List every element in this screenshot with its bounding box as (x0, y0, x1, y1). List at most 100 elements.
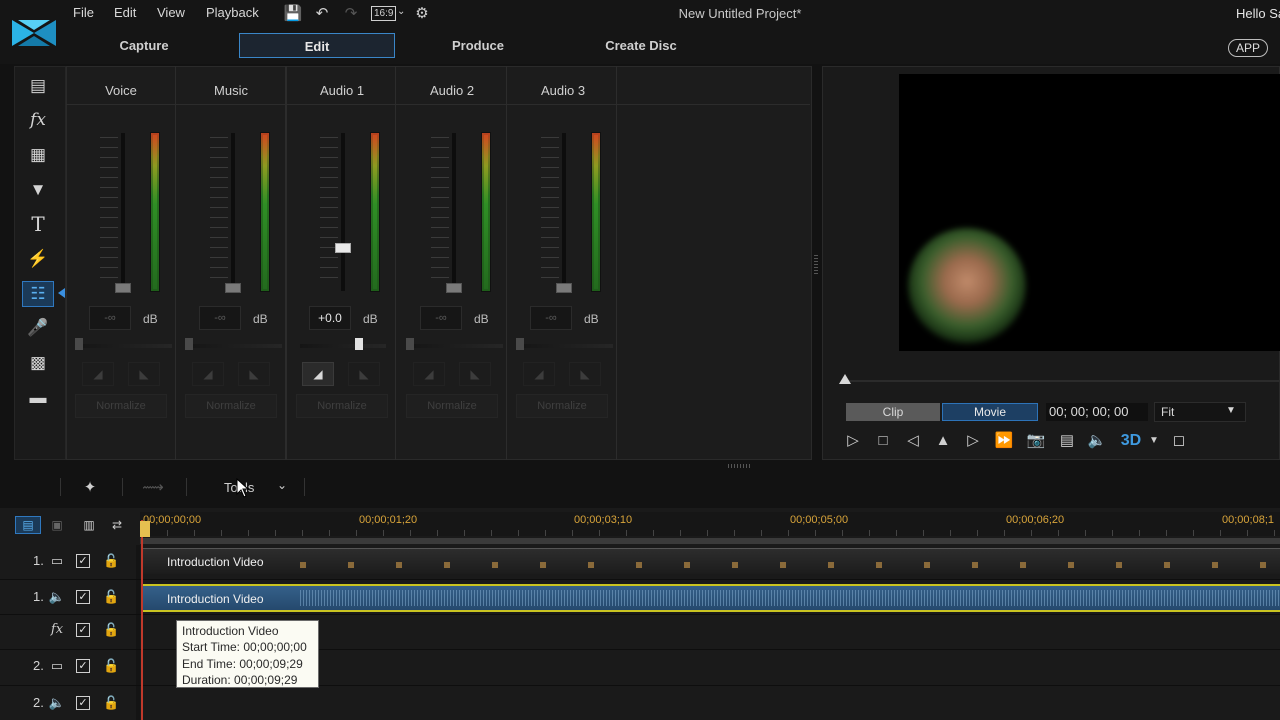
volume-fader-track[interactable] (341, 133, 345, 291)
fade-out-button[interactable]: ◣ (348, 362, 380, 386)
volume-db-field[interactable]: +0.0 (309, 306, 351, 330)
volume-db-field[interactable]: -∞ (89, 306, 131, 330)
voice-over-room-icon[interactable]: 🎤 (26, 316, 50, 340)
menu-file[interactable]: File (73, 5, 94, 20)
video-clip[interactable] (142, 548, 1280, 574)
track-lock-icon[interactable]: 🔓 (103, 658, 119, 674)
pan-slider-knob[interactable] (406, 338, 414, 350)
volume-fader-knob[interactable] (115, 283, 131, 293)
pan-slider-track[interactable] (407, 344, 503, 348)
track-enable-checkbox[interactable]: ✓ (76, 623, 90, 637)
volume-fader-knob[interactable] (335, 243, 351, 253)
fx-room-icon[interactable]: fx (26, 108, 50, 132)
subtitle-list-icon[interactable]: ▤ (1056, 430, 1078, 452)
title-room-icon[interactable]: T (26, 212, 50, 236)
user-greeting[interactable]: Hello Sa (1236, 6, 1280, 21)
track-lock-icon[interactable]: 🔓 (103, 622, 119, 638)
timeline-playhead[interactable] (141, 520, 143, 720)
tab-create-disc[interactable]: Create Disc (563, 33, 719, 58)
magic-tools-icon[interactable]: ✦ (79, 478, 101, 498)
storyboard-view-icon[interactable]: ▣ (47, 516, 67, 534)
fade-out-button[interactable]: ◣ (459, 362, 491, 386)
volume-fader-track[interactable] (121, 133, 125, 291)
volume-fader-knob[interactable] (225, 283, 241, 293)
split-icon[interactable]: ▲ (932, 430, 954, 452)
track-lock-icon[interactable]: 🔓 (103, 695, 119, 711)
fade-out-button[interactable]: ◣ (569, 362, 601, 386)
volume-fader-knob[interactable] (446, 283, 462, 293)
fade-in-button[interactable]: ◢ (82, 362, 114, 386)
fit-timeline-icon[interactable]: ⇄ (107, 516, 127, 534)
stop-icon[interactable]: □ (872, 430, 894, 452)
normalize-button[interactable]: Normalize (296, 394, 388, 418)
pan-slider-knob[interactable] (75, 338, 83, 350)
previous-frame-icon[interactable]: ◁ (902, 430, 924, 452)
three-d-toggle[interactable]: 3D (1120, 430, 1142, 452)
menu-edit[interactable]: Edit (114, 5, 136, 20)
fade-in-button[interactable]: ◢ (523, 362, 555, 386)
playhead-handle[interactable] (140, 521, 150, 537)
timeline-view-icon[interactable]: ▤ (15, 516, 41, 534)
fast-forward-icon[interactable]: ⏩ (993, 430, 1015, 452)
track-lock-icon[interactable]: 🔓 (103, 589, 119, 605)
snapshot-icon[interactable]: 📷 (1025, 430, 1047, 452)
scrub-handle-icon[interactable] (839, 374, 851, 384)
tab-capture[interactable]: Capture (66, 33, 222, 58)
fade-in-button[interactable]: ◢ (302, 362, 334, 386)
chapter-room-icon[interactable]: ▩ (26, 351, 50, 375)
save-icon[interactable]: 💾 (283, 4, 303, 24)
work-area-bar[interactable] (140, 538, 1280, 544)
next-frame-icon[interactable]: ▷ (962, 430, 984, 452)
play-icon[interactable]: ▷ (842, 430, 864, 452)
pan-slider-track[interactable] (76, 344, 172, 348)
app-button[interactable]: APP (1228, 39, 1268, 57)
pan-slider-track[interactable] (300, 344, 386, 348)
split-clip-icon[interactable]: ⟿ (142, 478, 164, 498)
audio-mixer-room-icon[interactable]: ☷ (26, 282, 50, 306)
fade-in-button[interactable]: ◢ (192, 362, 224, 386)
volume-fader-knob[interactable] (556, 283, 572, 293)
media-room-icon[interactable]: ▤ (26, 74, 50, 98)
horizontal-resize-handle[interactable] (728, 464, 750, 468)
fade-out-button[interactable]: ◣ (128, 362, 160, 386)
tab-produce[interactable]: Produce (400, 33, 556, 58)
pan-slider-knob[interactable] (355, 338, 363, 350)
normalize-button[interactable]: Normalize (75, 394, 167, 418)
settings-gear-icon[interactable]: ⚙ (412, 4, 432, 24)
track-enable-checkbox[interactable]: ✓ (76, 590, 90, 604)
pip-room-icon[interactable]: ▦ (26, 143, 50, 167)
redo-icon[interactable]: ↷ (341, 4, 361, 24)
menu-playback[interactable]: Playback (206, 5, 259, 20)
track-enable-checkbox[interactable]: ✓ (76, 554, 90, 568)
tools-chevron-down-icon[interactable]: ⌄ (277, 478, 287, 492)
volume-fader-track[interactable] (231, 133, 235, 291)
menu-view[interactable]: View (157, 5, 185, 20)
volume-db-field[interactable]: -∞ (530, 306, 572, 330)
movie-mode-button[interactable]: Movie (942, 403, 1038, 421)
undo-icon[interactable]: ↶ (312, 4, 332, 24)
volume-icon[interactable]: 🔈 (1086, 430, 1108, 452)
track-manager-icon[interactable]: ▥ (79, 516, 99, 534)
track-enable-checkbox[interactable]: ✓ (76, 659, 90, 673)
subtitle-room-icon[interactable]: ▬ (26, 386, 50, 410)
fade-in-button[interactable]: ◢ (413, 362, 445, 386)
volume-db-field[interactable]: -∞ (420, 306, 462, 330)
panel-resize-handle[interactable] (814, 255, 818, 275)
volume-fader-track[interactable] (452, 133, 456, 291)
track-enable-checkbox[interactable]: ✓ (76, 696, 90, 710)
volume-fader-track[interactable] (562, 133, 566, 291)
preview-scrub-bar[interactable] (844, 380, 1280, 382)
pan-slider-knob[interactable] (185, 338, 193, 350)
three-d-dropdown-icon[interactable]: ▼ (1143, 430, 1165, 452)
pan-slider-track[interactable] (186, 344, 282, 348)
zoom-dropdown-arrow-icon[interactable]: ▼ (1226, 405, 1236, 416)
fade-out-button[interactable]: ◣ (238, 362, 270, 386)
clip-mode-button[interactable]: Clip (846, 403, 940, 421)
undock-preview-icon[interactable]: ◻ (1168, 430, 1190, 452)
volume-db-field[interactable]: -∞ (199, 306, 241, 330)
aspect-ratio-chevron-icon[interactable]: ⌄ (397, 6, 405, 17)
track-lock-icon[interactable]: 🔓 (103, 553, 119, 569)
normalize-button[interactable]: Normalize (406, 394, 498, 418)
tab-edit[interactable]: Edit (239, 33, 395, 58)
particle-room-icon[interactable]: ▼ (26, 178, 50, 202)
